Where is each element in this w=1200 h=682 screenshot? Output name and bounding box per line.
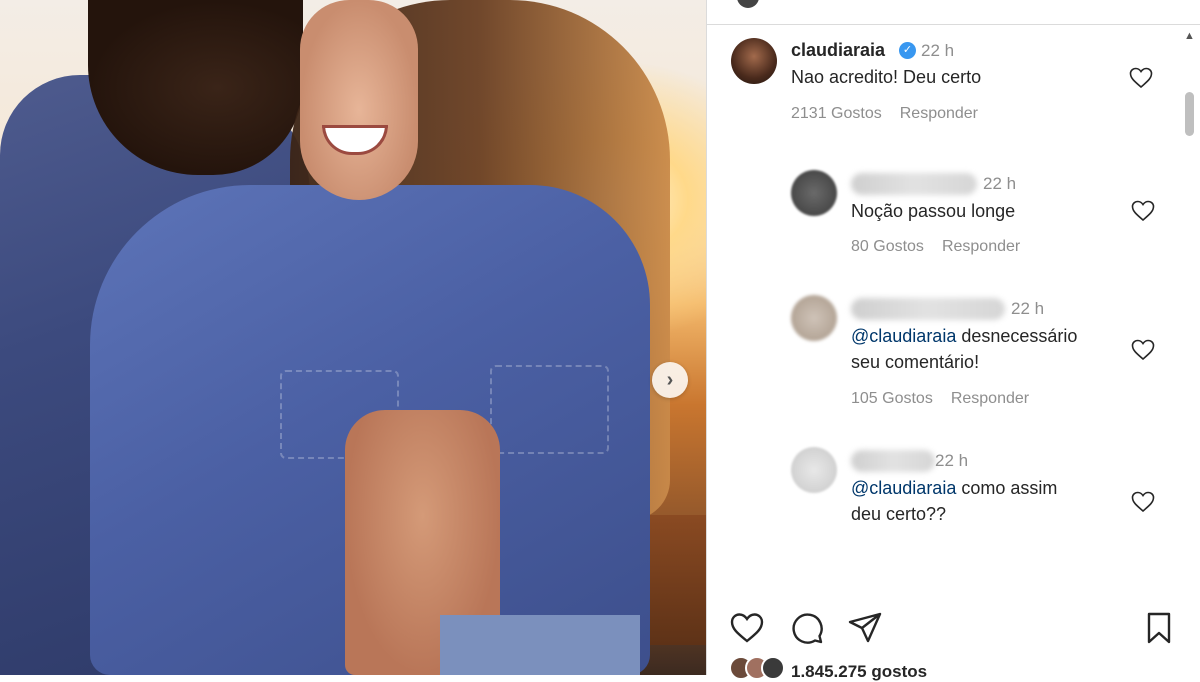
reply-button[interactable]: Responder xyxy=(951,390,1029,407)
comment-time[interactable]: 22 h xyxy=(935,451,968,471)
avatar[interactable] xyxy=(737,0,759,8)
comment-text: @claudiaraia desnecessário seu comentári… xyxy=(851,323,1077,375)
comments-scrollbar[interactable]: ▲ xyxy=(1181,28,1197,598)
send-icon[interactable] xyxy=(847,610,883,646)
comment-meta: 80 Gostos Responder xyxy=(851,238,1038,256)
comment-likes[interactable]: 2131 Gostos xyxy=(791,105,882,122)
blurred-username xyxy=(851,298,1005,320)
comment-likes[interactable]: 105 Gostos xyxy=(851,390,933,407)
woman-face xyxy=(300,0,418,200)
avatar[interactable] xyxy=(731,38,777,84)
comment-text-line: como assim xyxy=(961,478,1058,498)
bookmark-icon[interactable] xyxy=(1141,610,1177,646)
avatar[interactable] xyxy=(761,656,785,680)
comment-text-line: seu comentário! xyxy=(851,352,980,372)
heart-icon[interactable] xyxy=(1131,200,1155,222)
blurred-username xyxy=(851,173,977,195)
reply-button[interactable]: Responder xyxy=(942,238,1020,255)
comment-text: @claudiaraia como assim deu certo?? xyxy=(851,475,1057,527)
comment-username[interactable]: claudiaraia xyxy=(791,40,885,61)
heart-icon[interactable] xyxy=(1131,339,1155,361)
chevron-right-icon: › xyxy=(666,368,674,391)
comment-meta: 2131 Gostos Responder xyxy=(791,105,996,123)
jeans xyxy=(440,615,640,675)
avatar[interactable] xyxy=(791,295,837,341)
comment-icon[interactable] xyxy=(789,610,825,646)
post-header xyxy=(707,0,1200,25)
scroll-up-icon[interactable]: ▲ xyxy=(1184,30,1195,42)
comment-text-line: deu certo?? xyxy=(851,504,947,524)
comment-meta: 105 Gostos Responder xyxy=(851,390,1047,408)
shirt-pocket xyxy=(490,365,609,454)
comment-likes[interactable]: 80 Gostos xyxy=(851,238,924,255)
avatar[interactable] xyxy=(791,447,837,493)
avatar[interactable] xyxy=(791,170,837,216)
heart-icon[interactable] xyxy=(1129,67,1153,89)
comment-text: Nao acredito! Deu certo xyxy=(791,67,982,87)
reply-button[interactable]: Responder xyxy=(900,105,978,122)
mention-link[interactable]: @claudiaraia xyxy=(851,326,956,346)
comment-text: Noção passou longe xyxy=(851,201,1016,221)
comments-panel: ▲ claudiaraia ✓ 22 h Nao acredito! Deu c… xyxy=(706,0,1200,681)
comment-text-line: desnecessário xyxy=(961,326,1078,346)
comment-time[interactable]: 22 h xyxy=(921,41,954,61)
verified-badge-icon: ✓ xyxy=(899,42,916,59)
scrollbar-thumb[interactable] xyxy=(1185,92,1194,136)
next-image-button[interactable]: › xyxy=(652,362,688,398)
comment-time[interactable]: 22 h xyxy=(1011,299,1044,319)
likes-count[interactable]: 1.845.275 gostos xyxy=(791,662,927,682)
blurred-username xyxy=(851,450,935,472)
heart-icon[interactable] xyxy=(1131,491,1155,513)
like-heart-icon[interactable] xyxy=(729,610,765,646)
mention-link[interactable]: @claudiaraia xyxy=(851,478,956,498)
post-image: › xyxy=(0,0,706,675)
comment-time[interactable]: 22 h xyxy=(983,174,1016,194)
